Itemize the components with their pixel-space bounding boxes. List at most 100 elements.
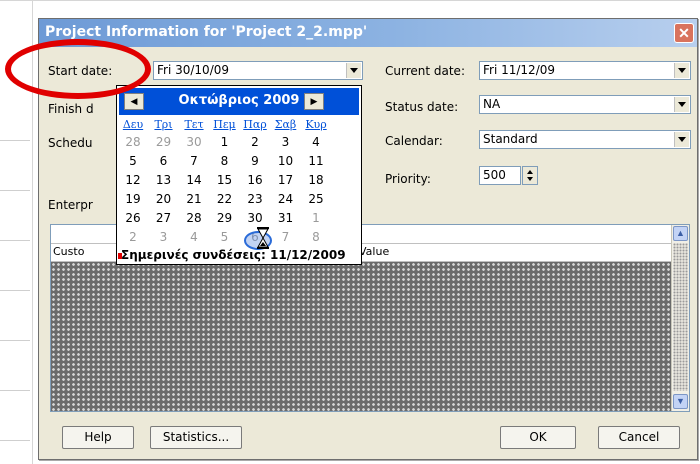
hourglass-icon xyxy=(257,227,269,249)
calendar-day[interactable]: 22 xyxy=(212,192,238,206)
calendar-day[interactable]: 11 xyxy=(303,154,329,168)
weekday-label: Δευ xyxy=(122,118,144,131)
red-highlight-circle xyxy=(5,39,151,99)
background-ruler-tick xyxy=(0,240,30,241)
statistics-button[interactable]: Statistics... xyxy=(150,426,242,449)
grid-body xyxy=(51,262,673,411)
calendar-day[interactable]: 24 xyxy=(273,192,299,206)
vertical-scrollbar[interactable]: ▲ ▼ xyxy=(671,225,689,411)
calendar-day[interactable]: 29 xyxy=(212,211,238,225)
priority-value: 500 xyxy=(483,168,506,182)
scroll-down-button[interactable]: ▼ xyxy=(673,394,688,409)
calendar-day[interactable]: 9 xyxy=(242,154,268,168)
calendar-day[interactable]: 18 xyxy=(303,173,329,187)
status-date-label: Status date: xyxy=(385,100,459,114)
weekday-label: Παρ xyxy=(243,118,267,131)
calendar-day[interactable]: 17 xyxy=(273,173,299,187)
ok-button[interactable]: OK xyxy=(500,426,576,449)
date-picker-popup[interactable]: ◀ Οκτώβριος 2009 ▶ Δευ Τρι Τετ Πεμ Παρ Σαβ Κυρ… xyxy=(116,85,362,265)
calendar-day[interactable]: 25 xyxy=(303,192,329,206)
calendar-day[interactable]: 31 xyxy=(273,211,299,225)
calendar-select[interactable]: Standard xyxy=(479,130,691,149)
weekday-label: Κυρ xyxy=(305,118,327,131)
calendar-day[interactable]: 7 xyxy=(181,154,207,168)
priority-spinner[interactable] xyxy=(522,166,538,185)
custom-field-column-header: Custo xyxy=(53,245,85,258)
calendar-day[interactable]: 12 xyxy=(120,173,146,187)
calendar-day[interactable]: 2 xyxy=(120,230,146,244)
dialog-title-bar[interactable]: Project Information for 'Project 2_2.mpp… xyxy=(39,19,697,47)
calendar-day[interactable]: 28 xyxy=(120,135,146,149)
calendar-day[interactable]: 14 xyxy=(181,173,207,187)
calendar-day[interactable]: 13 xyxy=(151,173,177,187)
chevron-down-icon[interactable] xyxy=(674,97,689,112)
status-date-value: NA xyxy=(483,97,501,111)
background-ruler-tick xyxy=(0,390,30,391)
calendar-day[interactable]: 10 xyxy=(273,154,299,168)
calendar-day[interactable]: 21 xyxy=(181,192,207,206)
background-ruler-tick xyxy=(0,190,30,191)
cancel-button[interactable]: Cancel xyxy=(598,426,680,449)
calendar-day[interactable]: 30 xyxy=(242,211,268,225)
calendar-label: Calendar: xyxy=(385,134,443,148)
calendar-day[interactable]: 29 xyxy=(151,135,177,149)
calendar-month-title: Οκτώβριος 2009 xyxy=(178,93,300,108)
statistics-button-label: Statistics... xyxy=(162,430,230,444)
background-ruler-tick xyxy=(0,140,30,141)
background-ruler-tick xyxy=(0,440,30,441)
dialog-title: Project Information for 'Project 2_2.mpp… xyxy=(45,24,368,40)
calendar-day[interactable]: 8 xyxy=(303,230,329,244)
calendar-day[interactable]: 8 xyxy=(212,154,238,168)
calendar-day[interactable]: 23 xyxy=(242,192,268,206)
calendar-day[interactable]: 27 xyxy=(151,211,177,225)
calendar-day[interactable]: 1 xyxy=(212,135,238,149)
help-button[interactable]: Help xyxy=(62,426,134,449)
current-date-field[interactable]: Fri 11/12/09 xyxy=(479,61,691,80)
chevron-left-icon: ◀ xyxy=(130,96,138,106)
calendar-day[interactable]: 30 xyxy=(181,135,207,149)
schedule-from-label: Schedu xyxy=(48,136,93,150)
calendar-day[interactable]: 4 xyxy=(303,135,329,149)
ok-button-label: OK xyxy=(529,430,547,444)
calendar-day[interactable]: 20 xyxy=(151,192,177,206)
current-date-value: Fri 11/12/09 xyxy=(483,63,556,77)
chevron-down-icon[interactable] xyxy=(346,63,361,78)
next-month-button[interactable]: ▶ xyxy=(304,93,324,110)
calendar-day[interactable]: 3 xyxy=(151,230,177,244)
start-date-field[interactable]: Fri 30/10/09 xyxy=(153,61,363,80)
calendar-day[interactable]: 16 xyxy=(242,173,268,187)
calendar-header: ◀ Οκτώβριος 2009 ▶ xyxy=(119,88,359,115)
today-link[interactable]: Σημερινές συνδέσεις: 11/12/2009 xyxy=(117,248,365,262)
calendar-day[interactable]: 15 xyxy=(212,173,238,187)
close-button[interactable]: ✕ xyxy=(674,23,694,43)
help-button-label: Help xyxy=(84,430,112,444)
calendar-day[interactable]: 4 xyxy=(181,230,207,244)
calendar-value: Standard xyxy=(483,132,538,146)
scroll-track[interactable] xyxy=(673,243,688,391)
chevron-down-icon[interactable] xyxy=(674,63,689,78)
status-date-field[interactable]: NA xyxy=(479,95,691,114)
priority-input[interactable]: 500 xyxy=(479,166,521,185)
weekday-label: Σαβ xyxy=(274,118,297,131)
calendar-day[interactable]: 7 xyxy=(273,230,299,244)
finish-date-label: Finish d xyxy=(48,102,94,116)
calendar-day[interactable]: 1 xyxy=(303,211,329,225)
weekday-label: Τετ xyxy=(184,118,204,131)
calendar-day[interactable]: 3 xyxy=(273,135,299,149)
scroll-up-button[interactable]: ▲ xyxy=(673,226,688,241)
chevron-down-icon[interactable] xyxy=(674,132,689,147)
priority-label: Priority: xyxy=(385,172,431,186)
weekday-label: Πεμ xyxy=(213,118,236,131)
calendar-day[interactable]: 2 xyxy=(242,135,268,149)
calendar-day[interactable]: 5 xyxy=(120,154,146,168)
calendar-day[interactable]: 5 xyxy=(212,230,238,244)
close-icon: ✕ xyxy=(678,25,690,41)
calendar-day[interactable]: 28 xyxy=(181,211,207,225)
previous-month-button[interactable]: ◀ xyxy=(124,93,144,110)
calendar-day[interactable]: 6 xyxy=(151,154,177,168)
weekday-label: Τρι xyxy=(154,118,173,131)
calendar-day[interactable]: 26 xyxy=(120,211,146,225)
start-date-value: Fri 30/10/09 xyxy=(157,63,230,77)
calendar-day[interactable]: 19 xyxy=(120,192,146,206)
spinner-icon xyxy=(527,170,533,181)
